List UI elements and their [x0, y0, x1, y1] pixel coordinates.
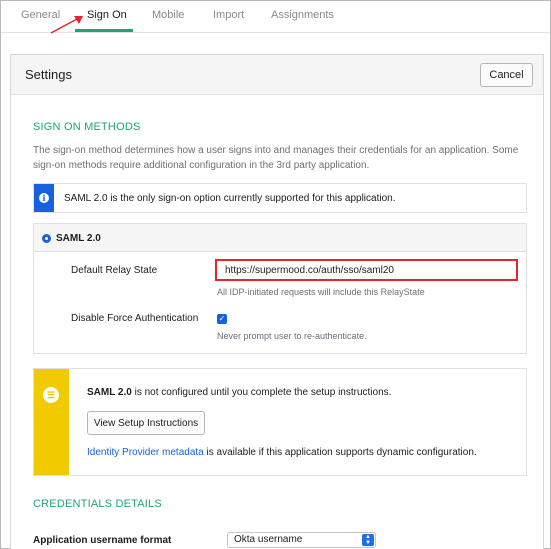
- relay-state-label: Default Relay State: [71, 265, 158, 276]
- warning-bar: ☰: [34, 369, 69, 475]
- saml-radio[interactable]: [42, 234, 51, 243]
- saml-header[interactable]: SAML 2.0: [34, 224, 526, 252]
- tab-sign-on[interactable]: Sign On: [87, 9, 127, 21]
- setup-callout: ☰ SAML 2.0 is not configured until you c…: [33, 368, 527, 476]
- saml-section: SAML 2.0 Default Relay State All IDP-ini…: [33, 223, 527, 354]
- info-callout: i SAML 2.0 is the only sign-on option cu…: [33, 183, 527, 213]
- username-format-label: Application username format: [33, 535, 172, 546]
- setup-notice: SAML 2.0 is not configured until you com…: [87, 387, 391, 398]
- settings-panel: Settings Cancel SIGN ON METHODS The sign…: [10, 54, 544, 549]
- force-auth-hint: Never prompt user to re-authenticate.: [217, 331, 367, 341]
- idp-metadata-link[interactable]: Identity Provider metadata: [87, 447, 204, 458]
- view-setup-instructions-button[interactable]: View Setup Instructions: [87, 411, 205, 435]
- setup-saml-bold: SAML 2.0: [87, 387, 132, 398]
- checkbox-check-icon: ✓: [218, 314, 226, 323]
- force-auth-checkbox[interactable]: ✓: [217, 314, 227, 324]
- tab-import[interactable]: Import: [213, 9, 244, 21]
- setup-notice-text: is not configured until you complete the…: [131, 387, 392, 398]
- force-auth-label: Disable Force Authentication: [71, 313, 199, 324]
- info-text: SAML 2.0 is the only sign-on option curr…: [64, 193, 396, 204]
- idp-metadata-line: Identity Provider metadata is available …: [87, 447, 477, 458]
- info-icon: i: [39, 193, 49, 203]
- tab-bar: General Sign On Mobile Import Assignment…: [1, 1, 550, 34]
- settings-title: Settings: [25, 67, 72, 82]
- settings-header: Settings Cancel: [11, 55, 543, 95]
- red-arrow-annotation: [50, 16, 83, 34]
- username-format-value: Okta username: [234, 534, 303, 545]
- relay-state-input[interactable]: [215, 259, 518, 281]
- saml-title: SAML 2.0: [56, 233, 101, 244]
- sign-on-description: The sign-on method determines how a user…: [33, 145, 519, 171]
- select-arrows-icon: ▲ ▼: [362, 534, 374, 546]
- tab-assignments[interactable]: Assignments: [271, 9, 334, 21]
- tab-mobile[interactable]: Mobile: [152, 9, 184, 21]
- credentials-heading: CREDENTIALS DETAILS: [33, 498, 162, 510]
- idp-metadata-text: is available if this application support…: [203, 447, 477, 458]
- username-format-select[interactable]: Okta username ▲ ▼: [227, 532, 376, 548]
- relay-state-hint: All IDP-initiated requests will include …: [217, 287, 425, 297]
- sign-on-methods-heading: SIGN ON METHODS: [33, 121, 141, 133]
- cancel-button[interactable]: Cancel: [480, 63, 533, 87]
- list-icon: ☰: [43, 387, 59, 403]
- info-bar: i: [34, 184, 54, 212]
